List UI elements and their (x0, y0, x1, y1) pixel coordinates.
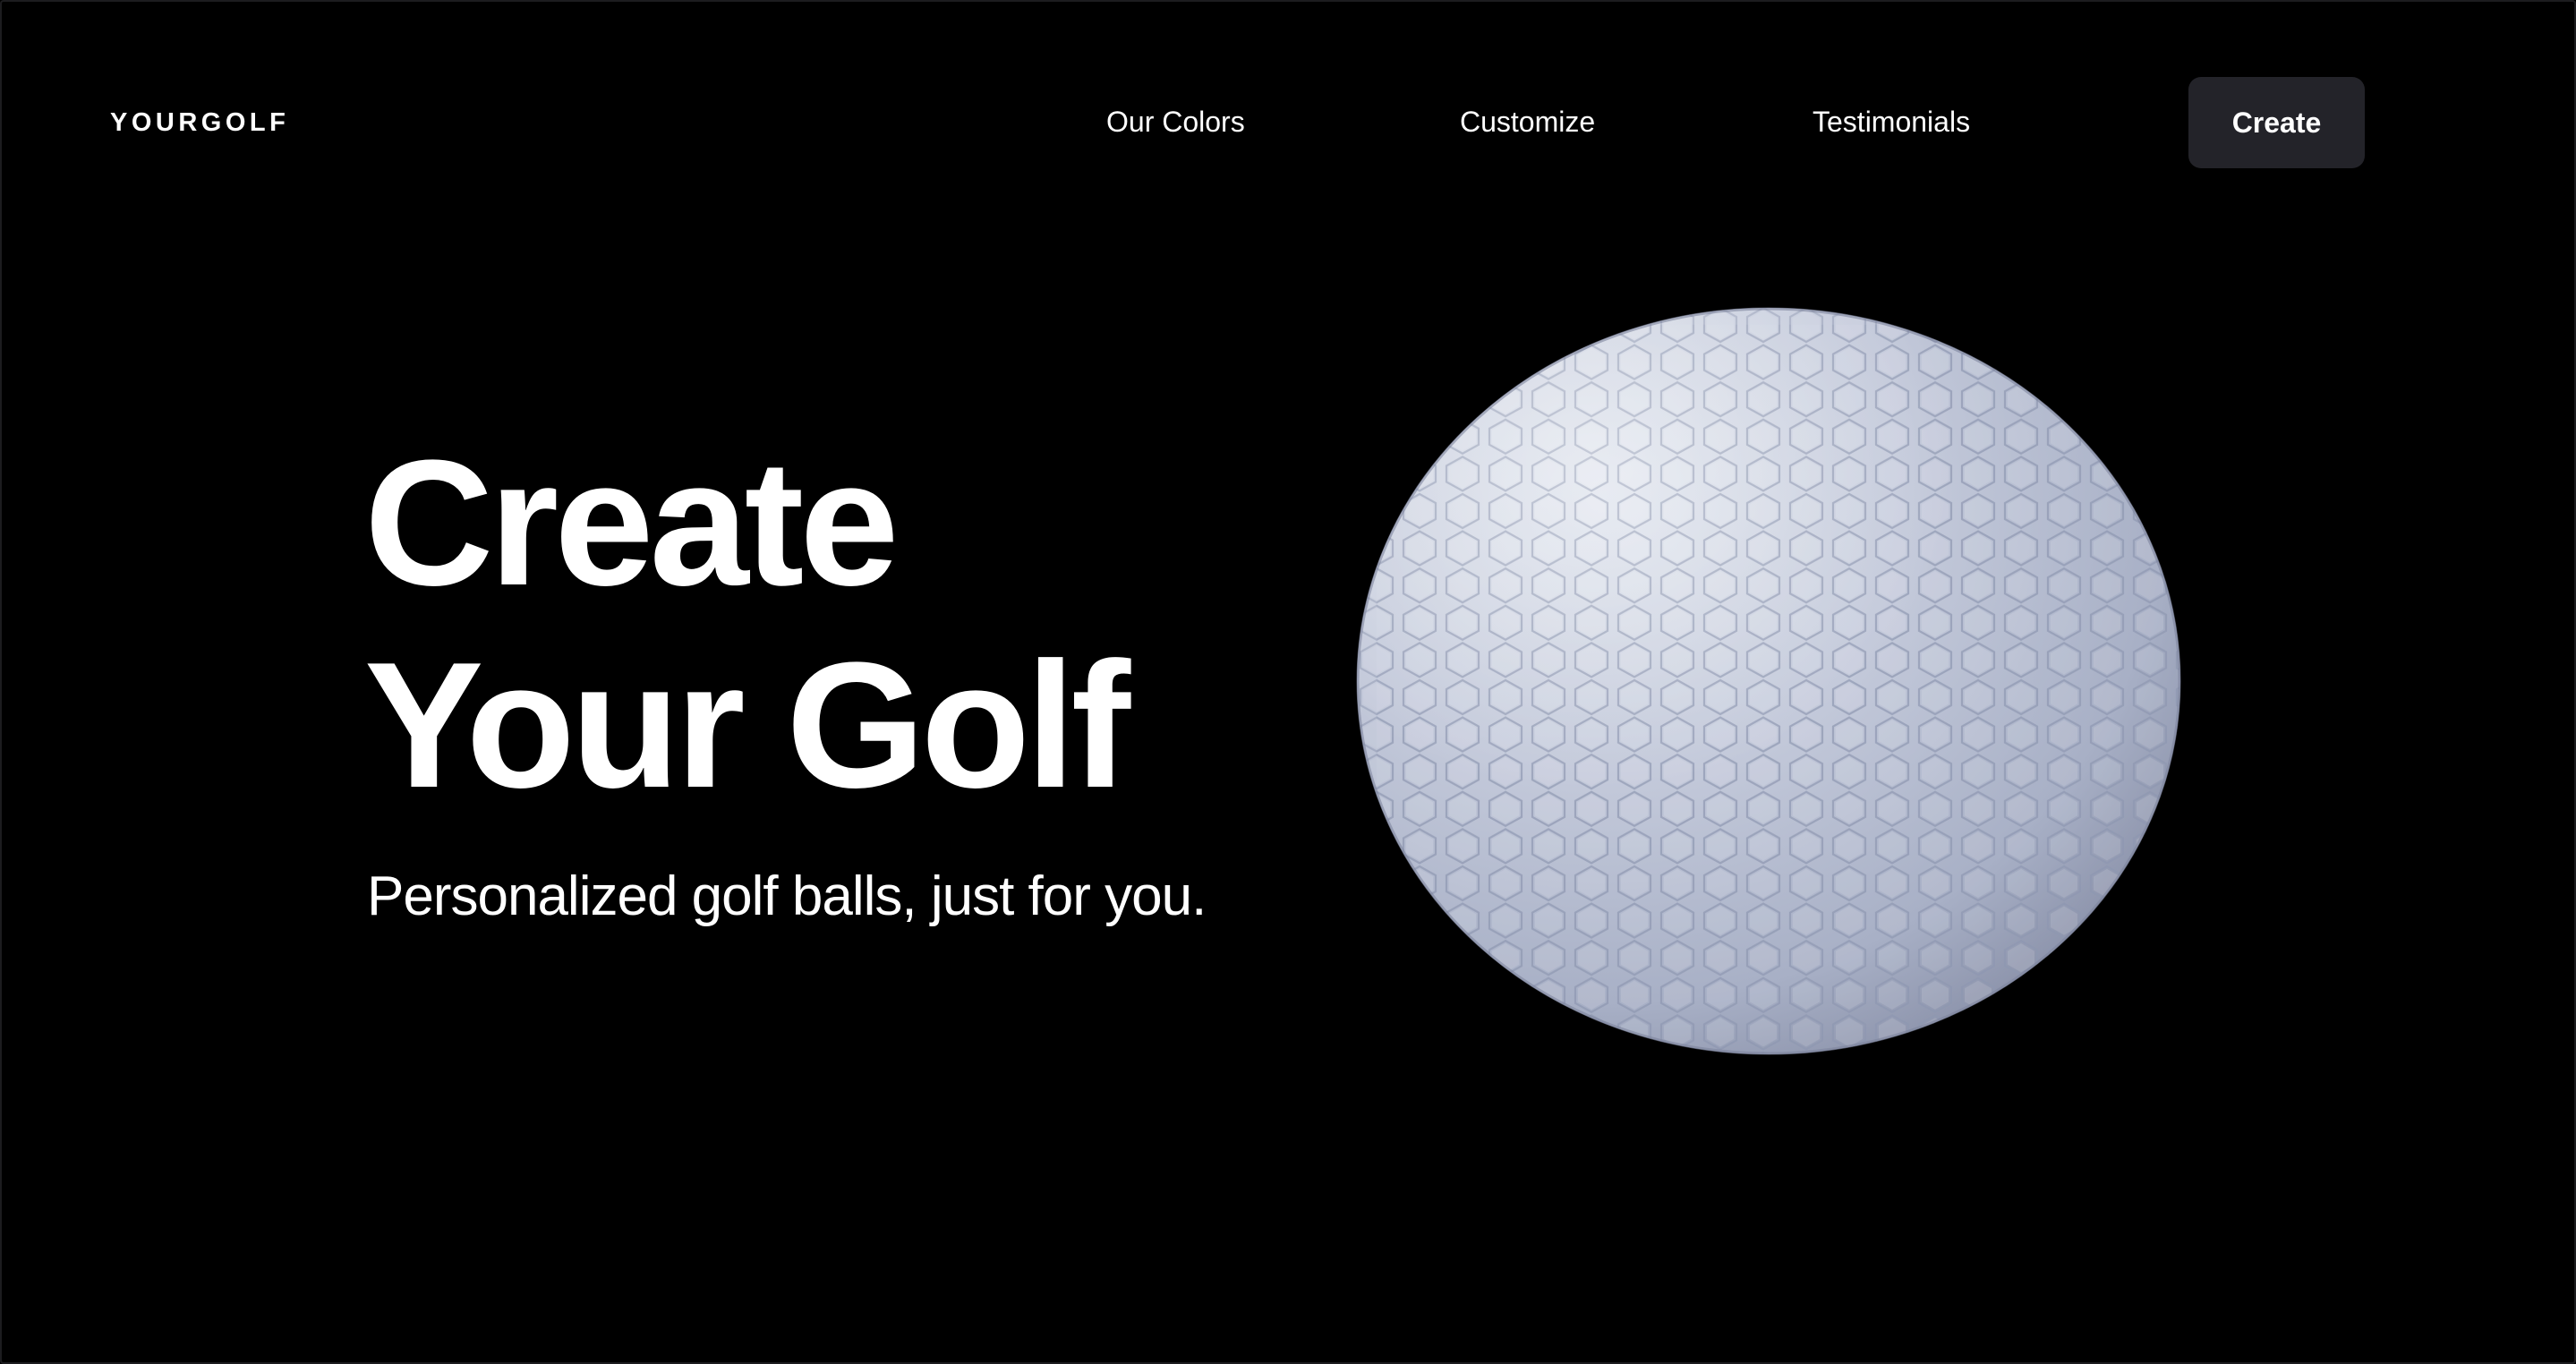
nav-link-testimonials[interactable]: Testimonials (1813, 104, 1970, 140)
nav-link-our-colors[interactable]: Our Colors (1106, 104, 1245, 140)
golf-ball-image (1356, 307, 2181, 1055)
logo[interactable]: YOURGOLF (110, 107, 289, 138)
page-frame: YOURGOLF Our Colors Customize Testimonia… (0, 0, 2576, 1364)
hero-title: Create Your Golf (364, 422, 1130, 827)
hero-title-line-2: Your Golf (364, 626, 1130, 825)
create-button[interactable]: Create (2188, 77, 2365, 168)
hero-title-line-1: Create (364, 423, 900, 623)
hero-subtitle: Personalized golf balls, just for you. (367, 865, 1207, 927)
nav-link-customize[interactable]: Customize (1460, 104, 1595, 140)
